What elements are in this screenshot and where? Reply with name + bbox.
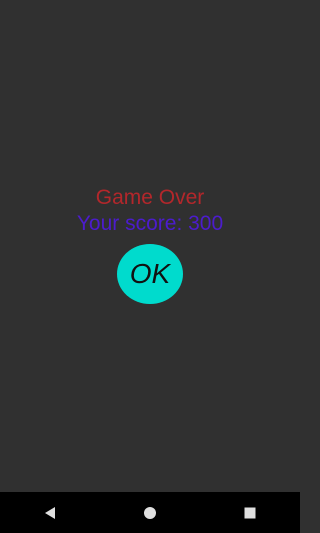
game-over-screen: Game Over Your score: 300 OK [0, 0, 300, 533]
back-button[interactable] [26, 492, 74, 533]
home-button[interactable] [126, 492, 174, 533]
recents-button[interactable] [226, 492, 274, 533]
home-icon [144, 506, 156, 519]
system-navigation-bar [0, 492, 300, 533]
recents-icon [244, 507, 256, 518]
game-over-panel: Game Over Your score: 300 OK [0, 186, 300, 304]
score-label: Your score: 300 [76, 212, 224, 235]
ok-button[interactable]: OK [117, 244, 183, 304]
back-icon [45, 506, 55, 519]
game-over-title: Game Over [95, 186, 205, 209]
